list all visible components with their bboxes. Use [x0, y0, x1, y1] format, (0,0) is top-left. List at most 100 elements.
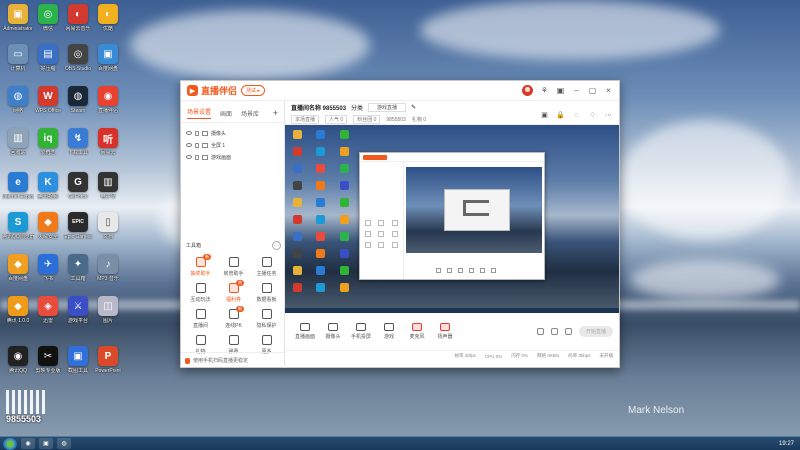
source-item[interactable]: 摄像头 [186, 127, 279, 139]
desktop-icon[interactable]: ▥ 电子琴 [92, 172, 124, 200]
desktop-icon[interactable]: ◐ 网易云音乐 [62, 4, 94, 32]
desktop-icon[interactable]: 听网易云 [92, 128, 124, 156]
desktop-icon[interactable]: ▭ 计算机 [2, 44, 34, 72]
monitor-icon[interactable]: ▣ [556, 86, 565, 95]
phone-cast-button[interactable]: 手机投屏 [347, 323, 375, 340]
tab-scene-library[interactable]: 场景库 [241, 109, 259, 118]
tool-item[interactable]: 互动玩法 [184, 283, 217, 303]
live-companion-window: ▶ 直播伴侣 测试 ▸ ⚘ ▣ – ▢ × 场景设置 画面 场景库 + 摄像头 … [180, 80, 620, 368]
desktop-icon[interactable]: W WPS Office [32, 86, 64, 114]
edit-icon[interactable]: ✎ [411, 104, 416, 111]
tool-item[interactable]: 数据看板 [250, 283, 283, 303]
more-icon[interactable]: ⋯ [604, 111, 613, 120]
tool-item[interactable]: 抽奖助手 新 [184, 254, 217, 277]
tool-item[interactable]: 隐私保护 [250, 309, 283, 329]
desktop-icon[interactable]: ◆ 腾讯 1.0.0 [2, 296, 34, 324]
desktop-icon[interactable]: ◈ 迅雷 [32, 296, 64, 324]
tool-item[interactable]: 主播任务 [250, 257, 283, 277]
lock-icon[interactable] [195, 130, 199, 136]
gear-icon[interactable] [565, 328, 572, 335]
user-icon[interactable]: ◌ [572, 111, 581, 120]
desktop-icon[interactable]: ▣ 截图工具 [62, 346, 94, 374]
room-title[interactable]: 直播间名称 9855503 [291, 103, 346, 112]
desktop-icon[interactable]: ✦ 工具箱 [62, 254, 94, 282]
tab-canvas[interactable]: 画面 [220, 109, 232, 118]
desktop-icon-label: MP3 音乐 [97, 276, 119, 282]
desktop-icon[interactable]: ▥ 回收站 [2, 128, 34, 156]
lock-icon[interactable]: 🔒 [556, 111, 565, 120]
desktop-icon[interactable]: ⚔ 游戏平台 [62, 296, 94, 324]
clock[interactable]: 19:27 [779, 441, 794, 447]
desktop-icon[interactable]: ◍ 网络 [2, 86, 34, 114]
desktop-icon[interactable]: iq 爱奇艺 [32, 128, 64, 156]
desktop-icon[interactable]: ◆ 百度网盘 [2, 254, 34, 282]
lock-icon[interactable] [195, 154, 199, 160]
version-pill[interactable]: 测试 ▸ [241, 85, 265, 96]
tool-item[interactable]: 直播间 [184, 309, 217, 329]
preview-icon [293, 198, 303, 207]
desktop-icon[interactable]: ◉ 直播伴侣 [92, 86, 124, 114]
desktop-icon[interactable]: ♪ MP3 音乐 [92, 254, 124, 282]
bell-icon[interactable]: ♢ [588, 111, 597, 120]
microphone-button[interactable]: 麦克风 [403, 323, 431, 340]
desktop-icon[interactable]: ◎ OBS Studio [62, 44, 94, 72]
eye-icon[interactable] [186, 143, 192, 147]
minimize-button[interactable]: – [572, 86, 581, 95]
start-live-button[interactable]: 开始直播 [579, 326, 613, 337]
desktop-icon[interactable]: ◍ Steam [62, 86, 94, 114]
source-item[interactable]: 游戏画面 [186, 151, 279, 163]
desktop-icon[interactable]: ▯ 文档 [92, 212, 124, 240]
eye-icon[interactable] [186, 155, 192, 159]
nested-tool-icon [365, 231, 372, 237]
desktop-icon-label: 游戏平台 [67, 318, 88, 324]
desktop-icon[interactable]: ✂ 剪映专业版 [32, 346, 64, 374]
add-scene-button[interactable]: + [273, 108, 278, 118]
live-preview[interactable] [285, 125, 619, 313]
game-button[interactable]: 游戏 [375, 323, 403, 340]
desktop-icon[interactable]: EPIC Epic Games [62, 212, 94, 240]
taskbar-app[interactable]: ◍ [57, 438, 71, 449]
tool-item[interactable]: 连线PK 新 [217, 306, 250, 329]
category-select[interactable]: 游戏直播 [368, 103, 407, 112]
camera-button[interactable]: 摄像头 [319, 323, 347, 340]
desktop-icon[interactable]: e Internet Explorer [2, 172, 34, 200]
desktop-icon[interactable]: ◐ 优酷 [92, 4, 124, 32]
toolbox-more-button[interactable]: ··· [272, 241, 281, 250]
shirt-icon[interactable]: ⚘ [540, 86, 549, 95]
desktop-icon[interactable]: P PowerPoint [92, 346, 124, 374]
record-icon[interactable] [537, 328, 544, 335]
phone-tip[interactable]: 使用手机扫码直播更稳定 [181, 352, 286, 368]
desktop-icon-label: Internet Explorer [2, 194, 34, 200]
desktop-icon[interactable]: ▤ 好压缩 [32, 44, 64, 72]
desktop-icon[interactable]: ◆ 火绒安全 [32, 212, 64, 240]
screen-source-button[interactable]: 直播画面 [291, 323, 319, 340]
maximize-button[interactable]: ▢ [588, 86, 597, 95]
tool-item[interactable]: 房管助手 [217, 257, 250, 277]
desktop-icon[interactable]: ◫ 图片 [92, 296, 124, 324]
desktop-icon[interactable]: ▣ Administrator [2, 4, 34, 32]
desktop-icon[interactable]: G GeForce [62, 172, 94, 200]
eye-icon[interactable] [186, 131, 192, 135]
preview-icon [316, 164, 326, 173]
close-button[interactable]: × [604, 86, 613, 95]
avatar[interactable] [522, 85, 533, 96]
desktop-icon[interactable]: K 腾讯视频 [32, 172, 64, 200]
desktop-icon[interactable]: ✈ 飞书 [32, 254, 64, 282]
desktop-icon[interactable]: S 腾讯QQ浏览器 [2, 212, 34, 240]
desktop-icon[interactable]: ◎ 微信 [32, 4, 64, 32]
desktop-icon[interactable]: ↯ 下载工具 [62, 128, 94, 156]
taskbar-app[interactable]: ▣ [39, 438, 53, 449]
speaker-button[interactable]: 扬声器 [431, 323, 459, 340]
eye-icon[interactable] [551, 328, 558, 335]
tab-scene[interactable]: 场景设置 [187, 107, 212, 119]
app-icon: ♪ [98, 254, 118, 274]
record-icon[interactable]: ▣ [540, 111, 549, 120]
desktop-icon[interactable]: ◉ 腾讯QQ [2, 346, 34, 374]
room-stat: 9855503 [386, 116, 406, 123]
tool-item[interactable]: 福利券 热 [217, 280, 250, 303]
lock-icon[interactable] [195, 142, 199, 148]
desktop-icon[interactable]: ▣ 百度网盘 [92, 44, 124, 72]
taskbar-app[interactable]: ◉ [21, 438, 35, 449]
start-button[interactable] [3, 437, 17, 450]
source-item[interactable]: 全屏 1 [186, 139, 279, 151]
